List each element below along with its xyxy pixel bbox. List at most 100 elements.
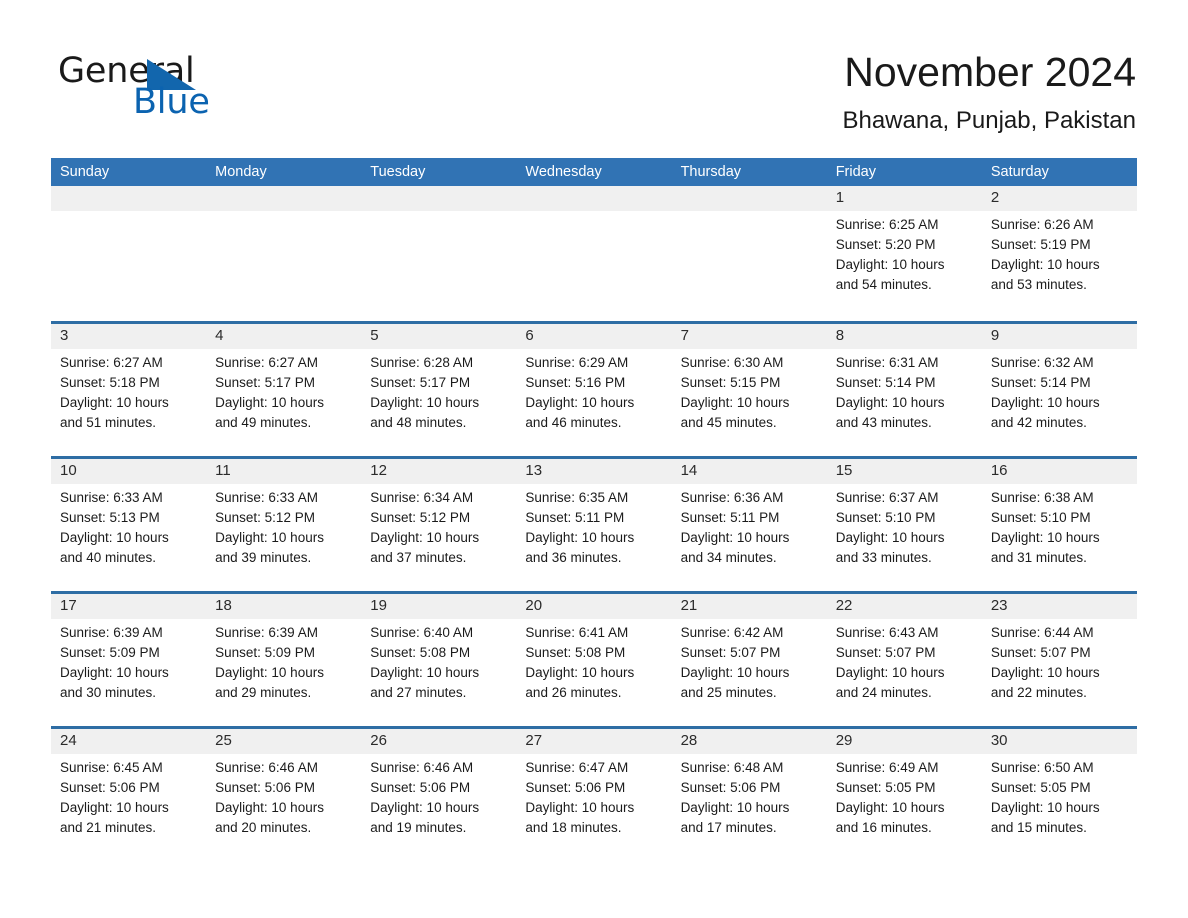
sunrise-text: Sunrise: 6:29 AM	[525, 355, 629, 370]
sunset-text: Sunset: 5:10 PM	[990, 510, 1091, 525]
calendar-day-cell-10[interactable]: 10 Sunrise: 6:33 AM Sunset: 5:13 PM Dayl…	[51, 459, 206, 591]
daylight-text-line2: and 31 minutes.	[990, 550, 1087, 565]
daylight-text-line2: and 34 minutes.	[680, 550, 777, 565]
day-number: 25	[215, 732, 232, 749]
sunset-text: Sunset: 5:16 PM	[525, 375, 626, 390]
calendar-day-cell-24[interactable]: 24 Sunrise: 6:45 AM Sunset: 5:06 PM Dayl…	[51, 729, 206, 861]
location-subtitle: Bhawana, Punjab, Pakistan	[842, 107, 1136, 134]
sunset-text: Sunset: 5:17 PM	[215, 375, 315, 390]
sunrise-text: Sunrise: 6:34 AM	[370, 490, 474, 505]
sunset-text: Sunset: 5:07 PM	[835, 645, 936, 660]
daylight-text-line1: Daylight: 10 hours	[525, 530, 635, 545]
calendar-day-cell-6[interactable]: 6 Sunrise: 6:29 AM Sunset: 5:16 PM Dayli…	[516, 324, 671, 456]
day-details: Sunrise: 6:32 AM Sunset: 5:14 PM Dayligh…	[991, 349, 1128, 433]
calendar-day-cell-19[interactable]: 19 Sunrise: 6:40 AM Sunset: 5:08 PM Dayl…	[361, 594, 516, 726]
day-details: Sunrise: 6:31 AM Sunset: 5:14 PM Dayligh…	[836, 349, 973, 433]
calendar-week-row-4: 17 Sunrise: 6:39 AM Sunset: 5:09 PM Dayl…	[51, 591, 1137, 726]
calendar-day-cell-7[interactable]: 7 Sunrise: 6:30 AM Sunset: 5:15 PM Dayli…	[672, 324, 827, 456]
calendar-day-cell-14[interactable]: 14 Sunrise: 6:36 AM Sunset: 5:11 PM Dayl…	[672, 459, 827, 591]
daylight-text-line2: and 26 minutes.	[525, 685, 622, 700]
daylight-text-line1: Daylight: 10 hours	[525, 665, 635, 680]
weekday-header-thursday: Thursday	[680, 164, 742, 180]
calendar-day-cell-22[interactable]: 22 Sunrise: 6:43 AM Sunset: 5:07 PM Dayl…	[827, 594, 982, 726]
sunset-text: Sunset: 5:06 PM	[60, 780, 160, 795]
sunset-text: Sunset: 5:20 PM	[835, 237, 936, 252]
day-details: Sunrise: 6:40 AM Sunset: 5:08 PM Dayligh…	[370, 619, 507, 703]
sunrise-text: Sunrise: 6:33 AM	[215, 490, 318, 505]
day-number: 18	[215, 597, 232, 614]
day-number: 20	[525, 597, 543, 614]
daylight-text-line2: and 24 minutes.	[835, 685, 932, 700]
day-number: 22	[835, 597, 853, 614]
daylight-text-line2: and 36 minutes.	[525, 550, 622, 565]
day-number: 5	[370, 327, 379, 344]
calendar-day-cell-15[interactable]: 15 Sunrise: 6:37 AM Sunset: 5:10 PM Dayl…	[827, 459, 982, 591]
calendar-day-cell-21[interactable]: 21 Sunrise: 6:42 AM Sunset: 5:07 PM Dayl…	[672, 594, 827, 726]
daylight-text-line1: Daylight: 10 hours	[370, 395, 480, 410]
sunset-text: Sunset: 5:07 PM	[990, 645, 1091, 660]
calendar-day-cell-26[interactable]: 26 Sunrise: 6:46 AM Sunset: 5:06 PM Dayl…	[361, 729, 516, 861]
day-details: Sunrise: 6:29 AM Sunset: 5:16 PM Dayligh…	[525, 349, 662, 433]
calendar-day-cell-29[interactable]: 29 Sunrise: 6:49 AM Sunset: 5:05 PM Dayl…	[827, 729, 982, 861]
calendar-day-cell-23[interactable]: 23 Sunrise: 6:44 AM Sunset: 5:07 PM Dayl…	[982, 594, 1137, 726]
calendar-day-cell-17[interactable]: 17 Sunrise: 6:39 AM Sunset: 5:09 PM Dayl…	[51, 594, 206, 726]
daylight-text-line2: and 30 minutes.	[60, 685, 157, 700]
sunset-text: Sunset: 5:11 PM	[680, 510, 780, 525]
daylight-text-line1: Daylight: 10 hours	[835, 395, 945, 410]
calendar-day-cell-5[interactable]: 5 Sunrise: 6:28 AM Sunset: 5:17 PM Dayli…	[361, 324, 516, 456]
calendar-day-cell-30[interactable]: 30 Sunrise: 6:50 AM Sunset: 5:05 PM Dayl…	[982, 729, 1137, 861]
sunset-text: Sunset: 5:07 PM	[680, 645, 781, 660]
calendar-day-cell-11[interactable]: 11 Sunrise: 6:33 AM Sunset: 5:12 PM Dayl…	[206, 459, 361, 591]
sunrise-text: Sunrise: 6:27 AM	[60, 355, 163, 370]
sunset-text: Sunset: 5:19 PM	[990, 237, 1091, 252]
sunset-text: Sunset: 5:09 PM	[215, 645, 315, 660]
day-number: 2	[990, 189, 1000, 206]
day-details: Sunrise: 6:28 AM Sunset: 5:17 PM Dayligh…	[370, 349, 507, 433]
daylight-text-line1: Daylight: 10 hours	[680, 395, 790, 410]
day-details: Sunrise: 6:42 AM Sunset: 5:07 PM Dayligh…	[681, 619, 818, 703]
daylight-text-line1: Daylight: 10 hours	[835, 800, 945, 815]
calendar-day-cell-12[interactable]: 12 Sunrise: 6:34 AM Sunset: 5:12 PM Dayl…	[361, 459, 516, 591]
sunrise-text: Sunrise: 6:26 AM	[990, 217, 1094, 232]
calendar-day-cell-27[interactable]: 27 Sunrise: 6:47 AM Sunset: 5:06 PM Dayl…	[516, 729, 671, 861]
calendar-day-cell-18[interactable]: 18 Sunrise: 6:39 AM Sunset: 5:09 PM Dayl…	[206, 594, 361, 726]
sunset-text: Sunset: 5:10 PM	[835, 510, 936, 525]
day-details: Sunrise: 6:26 AM Sunset: 5:19 PM Dayligh…	[991, 211, 1128, 295]
sunrise-text: Sunrise: 6:39 AM	[60, 625, 163, 640]
sunset-text: Sunset: 5:05 PM	[990, 780, 1091, 795]
sunrise-text: Sunrise: 6:39 AM	[215, 625, 318, 640]
sunset-text: Sunset: 5:09 PM	[60, 645, 160, 660]
calendar-day-cell-empty	[206, 186, 361, 321]
sunrise-text: Sunrise: 6:35 AM	[525, 490, 629, 505]
sunrise-text: Sunrise: 6:41 AM	[525, 625, 629, 640]
day-details: Sunrise: 6:43 AM Sunset: 5:07 PM Dayligh…	[836, 619, 973, 703]
calendar-day-cell-13[interactable]: 13 Sunrise: 6:35 AM Sunset: 5:11 PM Dayl…	[516, 459, 671, 591]
daylight-text-line2: and 42 minutes.	[990, 415, 1087, 430]
calendar-day-cell-9[interactable]: 9 Sunrise: 6:32 AM Sunset: 5:14 PM Dayli…	[982, 324, 1137, 456]
calendar-day-cell-1[interactable]: 1 Sunrise: 6:25 AM Sunset: 5:20 PM Dayli…	[827, 186, 982, 321]
calendar-day-cell-16[interactable]: 16 Sunrise: 6:38 AM Sunset: 5:10 PM Dayl…	[982, 459, 1137, 591]
sunrise-text: Sunrise: 6:28 AM	[370, 355, 474, 370]
day-number: 30	[990, 732, 1008, 749]
calendar-day-cell-20[interactable]: 20 Sunrise: 6:41 AM Sunset: 5:08 PM Dayl…	[516, 594, 671, 726]
sunrise-text: Sunrise: 6:33 AM	[60, 490, 163, 505]
daylight-text-line2: and 53 minutes.	[990, 277, 1087, 292]
sunrise-text: Sunrise: 6:36 AM	[680, 490, 784, 505]
calendar-day-cell-25[interactable]: 25 Sunrise: 6:46 AM Sunset: 5:06 PM Dayl…	[206, 729, 361, 861]
calendar-day-cell-2[interactable]: 2 Sunrise: 6:26 AM Sunset: 5:19 PM Dayli…	[982, 186, 1137, 321]
daylight-text-line1: Daylight: 10 hours	[525, 800, 635, 815]
day-details: Sunrise: 6:34 AM Sunset: 5:12 PM Dayligh…	[370, 484, 507, 568]
daylight-text-line1: Daylight: 10 hours	[60, 395, 169, 410]
day-details: Sunrise: 6:47 AM Sunset: 5:06 PM Dayligh…	[525, 754, 662, 838]
calendar-day-cell-28[interactable]: 28 Sunrise: 6:48 AM Sunset: 5:06 PM Dayl…	[672, 729, 827, 861]
general-blue-logo[interactable]: General Blue	[58, 52, 258, 122]
daylight-text-line2: and 16 minutes.	[835, 820, 932, 835]
calendar-day-cell-4[interactable]: 4 Sunrise: 6:27 AM Sunset: 5:17 PM Dayli…	[206, 324, 361, 456]
daylight-text-line1: Daylight: 10 hours	[215, 800, 324, 815]
calendar-day-cell-3[interactable]: 3 Sunrise: 6:27 AM Sunset: 5:18 PM Dayli…	[51, 324, 206, 456]
daylight-text-line1: Daylight: 10 hours	[990, 665, 1100, 680]
sunset-text: Sunset: 5:08 PM	[370, 645, 471, 660]
daylight-text-line1: Daylight: 10 hours	[215, 665, 324, 680]
calendar-day-cell-8[interactable]: 8 Sunrise: 6:31 AM Sunset: 5:14 PM Dayli…	[827, 324, 982, 456]
daylight-text-line2: and 43 minutes.	[835, 415, 932, 430]
